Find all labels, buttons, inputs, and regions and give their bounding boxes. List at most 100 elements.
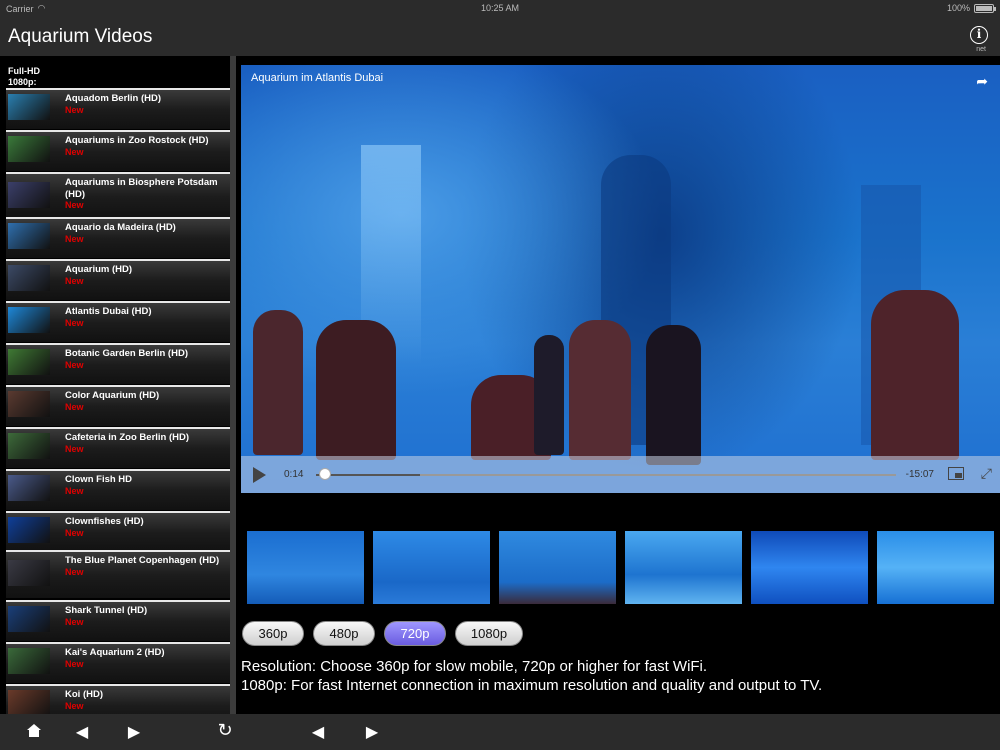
video-frame: [241, 65, 1000, 493]
list-item[interactable]: Koi (HD) New: [6, 684, 231, 714]
video-title: Clown Fish HD New: [65, 474, 231, 497]
video-title: Aquarium (HD) New: [65, 264, 231, 287]
progress-track[interactable]: [316, 474, 896, 476]
list-item[interactable]: Aquarium (HD) New: [6, 259, 231, 300]
thumbnail[interactable]: [499, 531, 616, 604]
video-thumbnail: [8, 475, 50, 501]
video-title: Clownfishes (HD) New: [65, 516, 231, 539]
thumbnail[interactable]: [751, 531, 868, 604]
video-thumbnail: [8, 223, 50, 249]
video-thumbnail: [8, 265, 50, 291]
list-item[interactable]: Atlantis Dubai (HD) New: [6, 301, 231, 342]
progress-knob[interactable]: [318, 468, 331, 480]
home-icon[interactable]: [27, 724, 41, 737]
video-thumbnail: [8, 307, 50, 333]
previous-video-icon[interactable]: ◀: [308, 722, 328, 742]
resolution-note: Resolution: Choose 360p for slow mobile,…: [241, 658, 708, 675]
list-item[interactable]: Clown Fish HD New: [6, 469, 231, 510]
new-badge: New: [65, 658, 84, 669]
new-badge: New: [65, 146, 84, 157]
thumbnail[interactable]: [373, 531, 490, 604]
new-badge: New: [65, 566, 84, 577]
new-badge: New: [65, 275, 84, 286]
video-thumbnail: [8, 560, 50, 586]
list-item[interactable]: Kai's Aquarium 2 (HD) New: [6, 642, 231, 683]
next-video-icon[interactable]: ▶: [362, 722, 382, 742]
video-title: Koi (HD) New: [65, 689, 231, 712]
thumbnail-strip: [247, 531, 1000, 604]
video-title: The Blue Planet Copenhagen (HD) New: [65, 555, 231, 578]
bottom-toolbar: ◀ ▶ ↻ ◀ ▶: [0, 714, 1000, 750]
new-badge: New: [65, 104, 84, 115]
section-header: Full-HD 1080p:: [8, 66, 40, 87]
new-badge: New: [65, 401, 84, 412]
video-thumbnail: [8, 349, 50, 375]
forward-arrow-icon[interactable]: ▶: [124, 722, 144, 742]
list-item[interactable]: The Blue Planet Copenhagen (HD) New: [6, 550, 231, 598]
back-arrow-icon[interactable]: ◀: [72, 722, 92, 742]
video-thumbnail: [8, 690, 50, 714]
new-badge: New: [65, 527, 84, 538]
status-bar: Carrier ◠ 10:25 AM 100%: [0, 0, 1000, 16]
list-item[interactable]: Botanic Garden Berlin (HD) New: [6, 343, 231, 384]
list-item[interactable]: Aquariums in Biosphere Potsdam (HD) New: [6, 172, 231, 220]
list-item[interactable]: Cafeteria in Zoo Berlin (HD) New: [6, 427, 231, 468]
resolution-button-360p[interactable]: 360p: [242, 621, 304, 646]
video-thumbnail: [8, 433, 50, 459]
share-icon[interactable]: ➦: [976, 73, 988, 90]
video-player[interactable]: Aquarium im Atlantis Dubai ➦ 0:14 -15:07…: [241, 65, 1000, 493]
video-thumbnail: [8, 94, 50, 120]
new-badge: New: [65, 233, 84, 244]
list-item[interactable]: Color Aquarium (HD) New: [6, 385, 231, 426]
picture-in-picture-icon[interactable]: [948, 467, 964, 480]
new-badge: New: [65, 485, 84, 496]
thumbnail[interactable]: [247, 531, 364, 604]
video-thumbnail: [8, 517, 50, 543]
resolution-button-1080p[interactable]: 1080p: [455, 621, 523, 646]
video-title: Kai's Aquarium 2 (HD) New: [65, 647, 231, 670]
new-badge: New: [65, 317, 84, 328]
video-title: Aquadom Berlin (HD) New: [65, 93, 231, 116]
clock: 10:25 AM: [480, 3, 520, 13]
list-item[interactable]: Clownfishes (HD) New: [6, 511, 231, 552]
battery-percent: 100%: [946, 3, 970, 13]
fullscreen-icon[interactable]: ⤢: [981, 465, 992, 482]
video-title: Atlantis Dubai (HD) New: [65, 306, 231, 329]
video-title: Aquarium im Atlantis Dubai: [251, 72, 384, 84]
video-title: Aquariums in Biosphere Potsdam (HD) New: [65, 177, 231, 212]
video-title: Botanic Garden Berlin (HD) New: [65, 348, 231, 371]
new-badge: New: [65, 443, 84, 454]
new-badge: New: [65, 359, 84, 370]
new-badge: New: [65, 700, 84, 711]
new-badge: New: [65, 200, 84, 210]
resolution-button-480p[interactable]: 480p: [313, 621, 375, 646]
list-item[interactable]: Aquariums in Zoo Rostock (HD) New: [6, 130, 231, 171]
list-item[interactable]: Aquadom Berlin (HD) New: [6, 88, 231, 129]
remaining-time: -15:07: [905, 469, 934, 480]
video-thumbnail: [8, 136, 50, 162]
video-thumbnail: [8, 606, 50, 632]
elapsed-time: 0:14: [284, 469, 304, 480]
thumbnail[interactable]: [877, 531, 994, 604]
player-controls: 0:14 -15:07 ⤢: [241, 456, 1000, 493]
video-title: Cafeteria in Zoo Berlin (HD) New: [65, 432, 231, 455]
info-icon[interactable]: i: [970, 26, 988, 44]
video-list[interactable]: Full-HD 1080p: Aquadom Berlin (HD) New Aqu…: [0, 56, 236, 714]
list-item[interactable]: Shark Tunnel (HD) New: [6, 600, 231, 641]
list-item[interactable]: Aquario da Madeira (HD) New: [6, 217, 231, 258]
play-icon[interactable]: [253, 467, 266, 483]
resolution-button-720p[interactable]: 720p: [384, 621, 446, 646]
fullhd-note: 1080p: For fast Internet connection in m…: [241, 677, 823, 694]
thumbnail[interactable]: [625, 531, 742, 604]
video-thumbnail: [8, 648, 50, 674]
video-title: Shark Tunnel (HD) New: [65, 605, 231, 628]
video-thumbnail: [8, 391, 50, 417]
new-badge: New: [65, 616, 84, 627]
reload-icon[interactable]: ↻: [215, 720, 235, 741]
video-title: Aquariums in Zoo Rostock (HD) New: [65, 135, 231, 158]
battery-icon: [974, 3, 996, 13]
navigation-bar: Aquarium Videos i net: [0, 16, 1000, 56]
page-title: Aquarium Videos: [8, 26, 153, 47]
video-title: Color Aquarium (HD) New: [65, 390, 231, 413]
list-scrollbar[interactable]: [230, 56, 236, 714]
